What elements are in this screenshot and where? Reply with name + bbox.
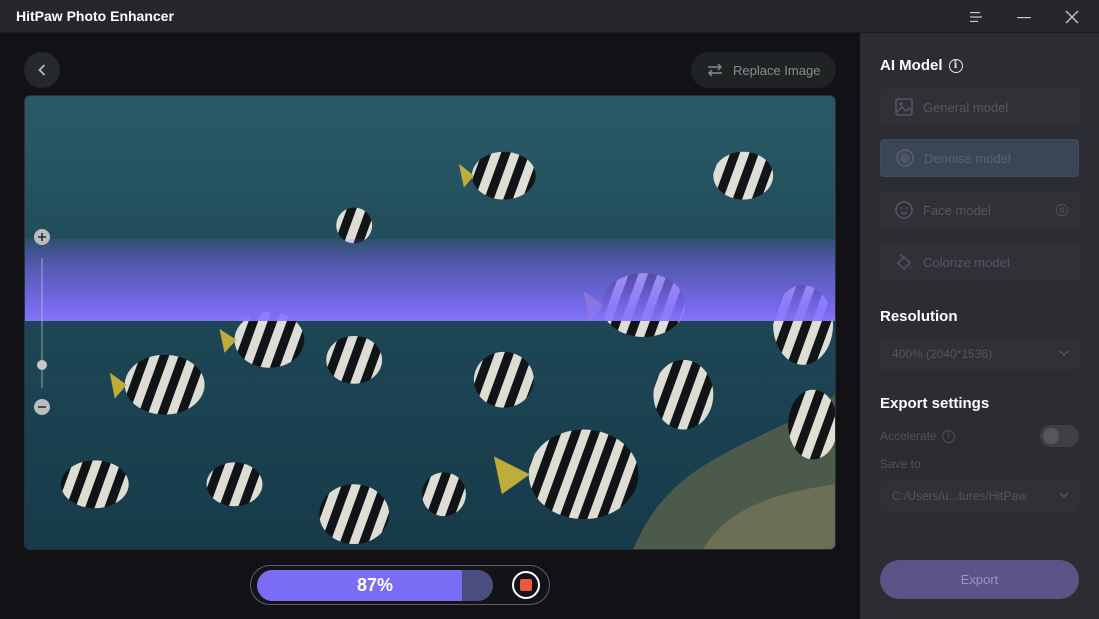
close-button[interactable] bbox=[1049, 0, 1095, 33]
save-to-label: Save to: bbox=[880, 457, 925, 471]
toggle-knob bbox=[1043, 428, 1059, 444]
ai-model-heading: AI Model i bbox=[880, 57, 963, 74]
minus-icon bbox=[38, 406, 46, 408]
app-window: HitPaw Photo Enhancer Replace Image 87% … bbox=[0, 0, 1099, 619]
chevron-left-icon bbox=[38, 64, 46, 76]
model-label: Face model bbox=[923, 202, 991, 218]
resolution-select[interactable]: 400% (2040*1536) bbox=[880, 338, 1079, 370]
image-icon bbox=[894, 97, 914, 117]
minimize-icon bbox=[1017, 16, 1031, 18]
main-area: Replace Image 87% bbox=[0, 33, 860, 619]
replace-image-button[interactable]: Replace Image bbox=[691, 52, 836, 88]
gear-icon bbox=[1055, 203, 1069, 217]
close-icon bbox=[1065, 10, 1079, 23]
zoom-slider-thumb[interactable] bbox=[37, 360, 47, 370]
chevron-down-icon bbox=[1059, 350, 1069, 356]
title-bar: HitPaw Photo Enhancer bbox=[0, 0, 1099, 33]
export-button[interactable]: Export bbox=[880, 560, 1079, 599]
info-icon[interactable]: i bbox=[948, 58, 963, 73]
model-label: Colorize model bbox=[923, 254, 1010, 270]
resolution-heading: Resolution bbox=[880, 308, 958, 325]
save-path-select[interactable]: C:/Users/u...tures/HitPaw bbox=[880, 480, 1079, 512]
fish-photo bbox=[25, 96, 835, 549]
hamburger-menu-icon bbox=[970, 11, 982, 22]
replace-image-label: Replace Image bbox=[733, 62, 821, 78]
processing-scan-band bbox=[25, 239, 835, 321]
paint-bucket-icon bbox=[894, 252, 914, 272]
swap-arrows-icon bbox=[708, 63, 722, 77]
model-face[interactable]: Face model bbox=[880, 191, 1079, 229]
stop-button[interactable] bbox=[512, 571, 540, 599]
plus-icon bbox=[38, 233, 46, 241]
accelerate-label: Accelerate bbox=[880, 429, 937, 443]
app-title: HitPaw Photo Enhancer bbox=[16, 8, 174, 24]
model-denoise[interactable]: Denoise model bbox=[880, 139, 1079, 177]
settings-panel: AI Model i General model Denoise model F… bbox=[860, 33, 1099, 619]
image-preview bbox=[24, 95, 836, 550]
accelerate-row: Accelerate i bbox=[880, 429, 955, 443]
back-button[interactable] bbox=[24, 52, 60, 88]
zoom-in-button[interactable] bbox=[34, 229, 50, 245]
face-icon bbox=[894, 200, 914, 220]
info-icon[interactable]: i bbox=[941, 429, 955, 443]
resolution-value: 400% (2040*1536) bbox=[892, 347, 993, 361]
stop-icon bbox=[520, 579, 532, 591]
export-settings-heading: Export settings bbox=[880, 395, 990, 412]
menu-button[interactable] bbox=[953, 0, 999, 33]
denoise-icon bbox=[895, 148, 915, 168]
ai-model-title: AI Model bbox=[880, 57, 943, 74]
zoom-out-button[interactable] bbox=[34, 399, 50, 415]
save-path-value: C:/Users/u...tures/HitPaw bbox=[892, 489, 1027, 503]
model-general[interactable]: General model bbox=[880, 88, 1079, 126]
progress-percent: 87% bbox=[356, 575, 394, 595]
accelerate-toggle[interactable] bbox=[1040, 425, 1079, 447]
minimize-button[interactable] bbox=[1001, 0, 1047, 33]
model-label: General model bbox=[923, 99, 1009, 115]
chevron-down-icon bbox=[1059, 492, 1069, 498]
model-label: Denoise model bbox=[924, 150, 1011, 166]
progress-track: 87% bbox=[257, 570, 493, 601]
progress-bar: 87% bbox=[250, 565, 550, 605]
model-colorize[interactable]: Colorize model bbox=[880, 243, 1079, 281]
export-label: Export bbox=[960, 572, 999, 587]
